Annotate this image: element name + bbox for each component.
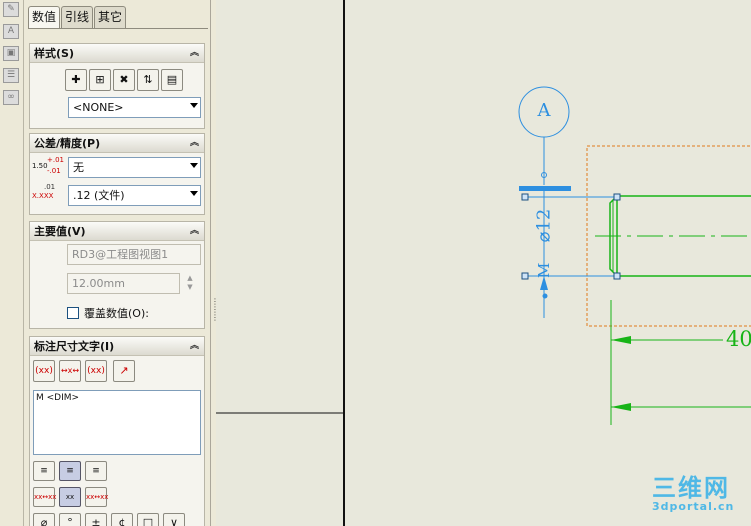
chevron-down-icon [190, 191, 198, 196]
tolerance-type-icon: 1.50 +.01 -.01 [32, 156, 64, 175]
diameter-label[interactable]: ⌀12 [534, 196, 555, 256]
tab-other[interactable]: 其它 [94, 6, 127, 28]
tab-leaders[interactable]: 引线 [61, 6, 94, 28]
diameter-symbol-button[interactable]: ⌀ [33, 513, 55, 526]
dimension-text-title: 标注尺寸文字(I) [34, 340, 115, 353]
collapse-chevron-icon[interactable]: ︽ [188, 225, 201, 238]
dimension-arrow [611, 403, 631, 411]
dimension-text-area[interactable]: M <DIM> [33, 390, 201, 455]
override-value-label: 覆盖数值(O): [84, 307, 149, 320]
style-select[interactable]: <NONE> [68, 97, 201, 118]
collapse-chevron-icon[interactable]: ︽ [188, 137, 201, 150]
watermark-logo: 三维网 3dportal.cn [652, 474, 735, 513]
align-left-icon[interactable]: ≡ [33, 461, 55, 481]
link-icon[interactable]: ∞ [3, 90, 19, 105]
tolerance-group-title: 公差/精度(P) [34, 137, 101, 150]
update-style-icon[interactable]: ⇅ [137, 69, 159, 91]
text-above-button[interactable]: xx↔xx [33, 487, 56, 507]
tolerance-type-value: 无 [73, 161, 84, 174]
selection-handle [521, 193, 529, 201]
plus-minus-symbol-button[interactable]: ± [85, 513, 107, 526]
modifier-label: M [535, 262, 553, 278]
drawing-svg [216, 0, 751, 526]
dimension-arrow [611, 336, 631, 344]
primary-value-header[interactable]: 主要值(V) ︽ [30, 222, 204, 241]
dimension-handle [542, 293, 548, 299]
add-style-icon[interactable]: ✚ [65, 69, 87, 91]
style-group-header[interactable]: 样式(S) ︽ [30, 44, 204, 63]
style-select-value: <NONE> [73, 101, 124, 114]
delete-style-icon[interactable]: ✖ [113, 69, 135, 91]
precision-value: .12 (文件) [73, 189, 125, 202]
square-symbol-button[interactable]: □ [137, 513, 159, 526]
style-group-title: 样式(S) [34, 47, 74, 60]
lock-icon[interactable]: ▣ [3, 46, 19, 61]
property-manager-panel: 数值 引线 其它 样式(S) ︽ ✚ ⊞ ✖ ⇅ ▤ <NONE> 公差/精度(… [24, 0, 211, 526]
tab-values[interactable]: 数值 [28, 6, 61, 29]
precision-select[interactable]: .12 (文件) [68, 185, 201, 206]
dimension-arrow [540, 276, 548, 290]
dimension-value-field[interactable]: 12.00mm [67, 273, 180, 294]
degree-symbol-button[interactable]: ° [59, 513, 81, 526]
align-center-icon[interactable]: ≡ [59, 461, 81, 481]
chevron-down-icon [190, 163, 198, 168]
tolerance-group: 公差/精度(P) ︽ 1.50 +.01 -.01 无 .01 X.XXX .1… [29, 133, 205, 215]
left-toolbar-strip: ✎ A ▣ ☰ ∞ [0, 0, 24, 526]
datum-base-bar [519, 186, 571, 191]
layer-icon[interactable]: ☰ [3, 68, 19, 83]
selection-handle [521, 272, 529, 280]
primary-value-title: 主要值(V) [34, 225, 86, 238]
selection-handle [613, 272, 621, 280]
text-inline-button[interactable]: xx [59, 487, 81, 507]
inspection-dimension-button[interactable]: (xx) [85, 360, 107, 382]
tolerance-group-header[interactable]: 公差/精度(P) ︽ [30, 134, 204, 153]
collapse-chevron-icon[interactable]: ︽ [188, 47, 201, 60]
parentheses-button[interactable]: (xx) [33, 360, 55, 382]
primary-value-group: 主要值(V) ︽ RD3@工程图视图1 12.00mm ▲ ▼ 覆盖数值(O): [29, 221, 205, 329]
save-style-icon[interactable]: ⊞ [89, 69, 111, 91]
drawing-canvas[interactable]: A ⌀12 M 40 [216, 0, 751, 526]
centerline-symbol-button[interactable]: ¢ [111, 513, 133, 526]
length-dimension-value[interactable]: 40 [726, 327, 751, 351]
center-dimension-button[interactable]: ↔x↔ [59, 360, 81, 382]
annotation-icon[interactable]: A [3, 24, 19, 39]
dimension-value-spinner[interactable]: ▲ ▼ [185, 274, 195, 293]
offset-text-button[interactable]: ↗ [113, 360, 135, 382]
dimension-reference-field[interactable]: RD3@工程图视图1 [67, 244, 201, 265]
override-value-checkbox[interactable] [67, 307, 79, 319]
panel-tabs: 数值 引线 其它 [28, 6, 127, 29]
datum-label: A [537, 100, 551, 121]
more-symbols-button[interactable]: ∨ [163, 513, 185, 526]
align-right-icon[interactable]: ≡ [85, 461, 107, 481]
style-group: 样式(S) ︽ ✚ ⊞ ✖ ⇅ ▤ <NONE> [29, 43, 205, 129]
load-style-icon[interactable]: ▤ [161, 69, 183, 91]
dimension-text-group: 标注尺寸文字(I) ︽ (xx) ↔x↔ (xx) ↗ M <DIM> ≡ ≡ … [29, 336, 205, 526]
dimension-text-header[interactable]: 标注尺寸文字(I) ︽ [30, 337, 204, 356]
tolerance-type-select[interactable]: 无 [68, 157, 201, 178]
selection-handle [613, 193, 621, 201]
precision-icon: .01 X.XXX [32, 183, 56, 200]
chevron-down-icon [190, 103, 198, 108]
text-below-button[interactable]: xx↔xx [85, 487, 108, 507]
sketch-icon[interactable]: ✎ [3, 2, 19, 17]
collapse-chevron-icon[interactable]: ︽ [188, 340, 201, 353]
